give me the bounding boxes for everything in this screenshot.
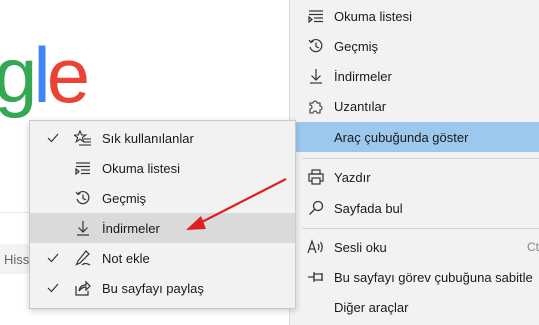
print-icon	[307, 168, 325, 186]
menu-item-label: Diğer araçlar	[334, 299, 409, 315]
menu-item-label: Okuma listesi	[334, 8, 413, 24]
menu-item-reading-list[interactable]: Okuma listesi	[290, 1, 539, 31]
menu-item-print[interactable]: Yazdır	[290, 162, 539, 192]
checkmark-icon	[46, 251, 60, 265]
red-annotation-arrow	[186, 178, 287, 230]
menu-item-history[interactable]: Geçmiş	[290, 31, 539, 61]
menu-item-label: Araç çubuğunda göster	[334, 129, 469, 145]
search-hint-text: Hiss	[4, 252, 30, 267]
find-icon	[307, 199, 325, 217]
submenu-item-label: Not ekle	[102, 250, 150, 266]
checkmark-icon	[46, 281, 60, 295]
menu-item-label: İndirmeler	[334, 68, 392, 84]
menu-item-read-aloud[interactable]: Sesli oku Ct	[290, 232, 539, 262]
checkmark-icon	[46, 131, 60, 145]
history-icon	[74, 189, 92, 207]
menu-item-label: Uzantılar	[334, 98, 387, 114]
google-logo-partial: gle	[0, 31, 90, 119]
pin-taskbar-icon	[307, 268, 325, 286]
submenu-item-favorites[interactable]: Sık kullanılanlar	[30, 123, 295, 153]
menu-item-show-in-toolbar[interactable]: Araç çubuğunda göster	[290, 122, 539, 152]
menu-item-downloads[interactable]: İndirmeler	[290, 61, 539, 91]
submenu-item-label: Geçmiş	[102, 190, 147, 206]
menu-item-label: Yazdır	[334, 169, 371, 185]
submenu-item-share-page[interactable]: Bu sayfayı paylaş	[30, 273, 295, 303]
menu-item-extensions[interactable]: Uzantılar	[290, 91, 539, 121]
menu-item-label: Bu sayfayı görev çubuğuna sabitle	[334, 269, 533, 285]
browser-settings-menu: Okuma listesi Geçmiş İndirmeler Uzantıla…	[289, 0, 539, 325]
reading-list-icon	[74, 159, 92, 177]
menu-item-label: Sayfada bul	[334, 200, 403, 216]
download-icon	[74, 219, 92, 237]
reading-list-icon	[307, 7, 325, 25]
favorites-icon	[74, 129, 92, 147]
share-icon	[74, 279, 92, 297]
menu-separator	[302, 158, 539, 159]
submenu-item-label: Okuma listesi	[102, 160, 181, 176]
extensions-icon	[307, 97, 325, 115]
read-aloud-icon	[307, 238, 325, 256]
download-icon	[307, 67, 325, 85]
menu-item-find-on-page[interactable]: Sayfada bul	[290, 193, 539, 223]
menu-item-pin-taskbar[interactable]: Bu sayfayı görev çubuğuna sabitle	[290, 262, 539, 292]
submenu-item-add-notes[interactable]: Not ekle	[30, 243, 295, 273]
submenu-item-label: Sık kullanılanlar	[102, 130, 194, 146]
history-icon	[307, 37, 325, 55]
menu-separator	[302, 228, 539, 229]
menu-item-label: Sesli oku	[334, 239, 387, 255]
keyboard-shortcut: Ct	[527, 240, 539, 254]
menu-item-label: Geçmiş	[334, 38, 379, 54]
menu-item-more-tools[interactable]: Diğer araçlar	[290, 292, 539, 322]
submenu-item-label: Bu sayfayı paylaş	[102, 280, 204, 296]
pen-icon	[74, 249, 92, 267]
submenu-item-label: İndirmeler	[102, 220, 160, 236]
